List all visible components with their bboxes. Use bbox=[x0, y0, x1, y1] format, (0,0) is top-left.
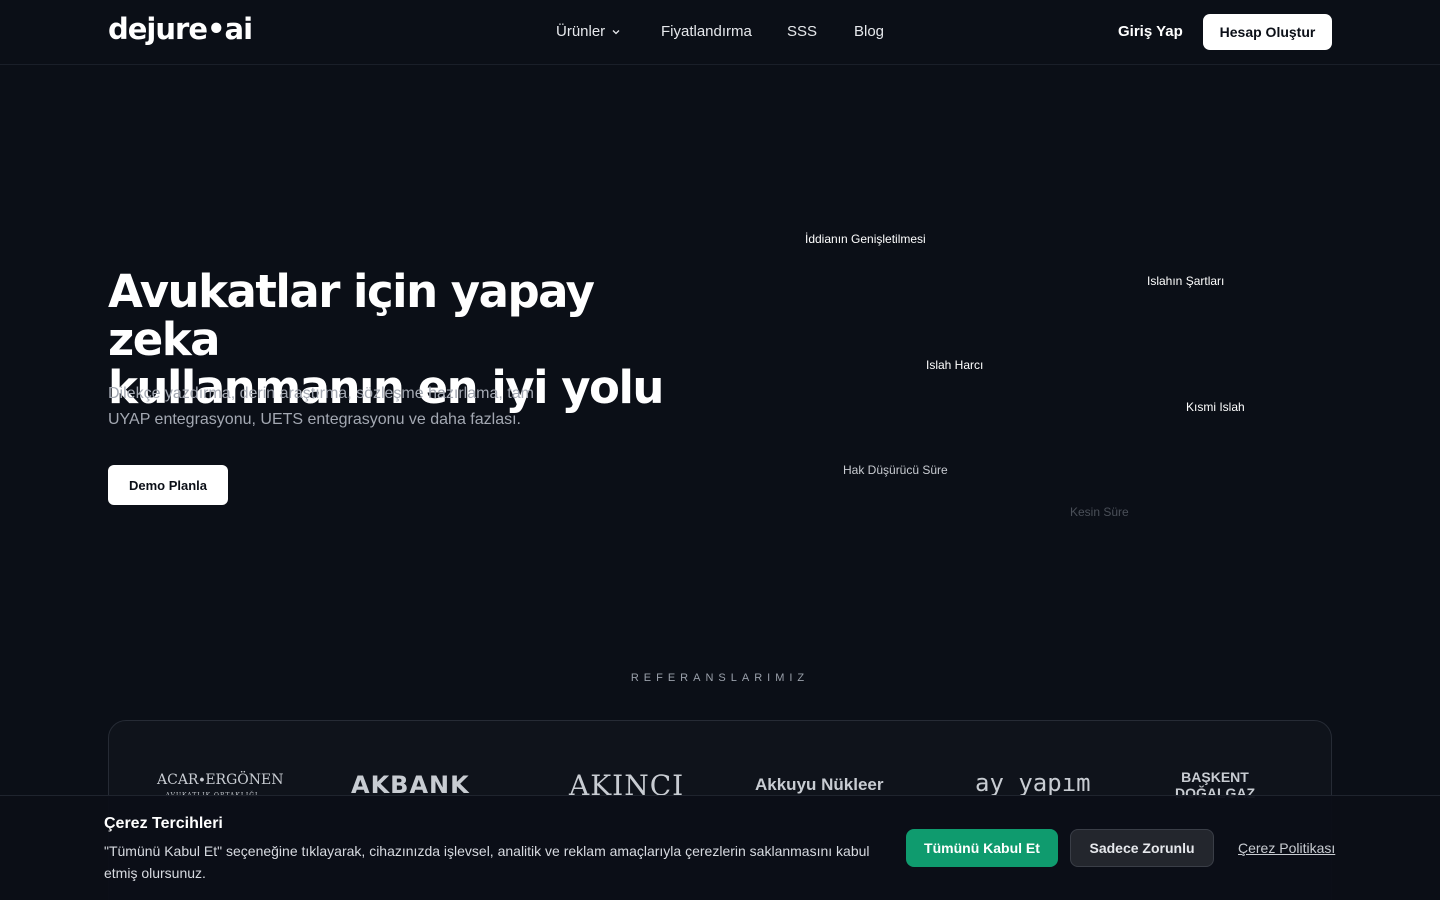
topic-tag: Kesin Süre bbox=[1070, 505, 1129, 519]
demo-button[interactable]: Demo Planla bbox=[108, 465, 228, 505]
nav-item-blog[interactable]: Blog bbox=[854, 23, 884, 40]
topic-tag: Kısmi Islah bbox=[1186, 400, 1245, 414]
brand-logo[interactable]: dejure•ai bbox=[108, 12, 253, 46]
client-logo-ay-yapim: ay yapım bbox=[975, 769, 1091, 797]
nav-item-products[interactable]: Ürünler bbox=[556, 23, 621, 40]
topic-tag: Hak Düşürücü Süre bbox=[843, 463, 948, 477]
nav-item-faq[interactable]: SSS bbox=[787, 23, 817, 40]
cookie-policy-link[interactable]: Çerez Politikası bbox=[1238, 840, 1335, 856]
login-link[interactable]: Giriş Yap bbox=[1118, 23, 1183, 40]
cookie-title: Çerez Tercihleri bbox=[104, 815, 223, 832]
nav-item-pricing[interactable]: Fiyatlandırma bbox=[661, 23, 752, 40]
nav-item-label: Ürünler bbox=[556, 23, 606, 40]
topic-tag: Islahın Şartları bbox=[1147, 274, 1225, 288]
chevron-down-icon bbox=[612, 29, 620, 34]
client-logo-akkuyu: Akkuyu Nükleer bbox=[755, 775, 884, 794]
hero-title-line1: Avukatlar için yapay zeka bbox=[108, 265, 595, 366]
accept-all-button[interactable]: Tümünü Kabul Et bbox=[906, 829, 1058, 867]
necessary-only-button[interactable]: Sadece Zorunlu bbox=[1070, 829, 1214, 867]
references-label: REFERANSLARIMIZ bbox=[630, 672, 810, 684]
top-navbar: dejure•ai Ürünler Fiyatlandırma SSS Blog… bbox=[0, 0, 1440, 65]
topic-tag: Islah Harcı bbox=[926, 358, 984, 372]
cookie-banner: Çerez Tercihleri "Tümünü Kabul Et" seçen… bbox=[0, 795, 1440, 900]
client-logo-text: ACAR∙ERGÖNEN bbox=[157, 772, 284, 788]
hero-subtitle: Dilekçe yazdırma, derin araştırma, sözle… bbox=[108, 385, 534, 428]
signup-button[interactable]: Hesap Oluştur bbox=[1203, 14, 1332, 50]
client-logo-text: BAŞKENT bbox=[1181, 769, 1249, 785]
topic-tag: İddianın Genişletilmesi bbox=[805, 232, 926, 246]
cookie-text: "Tümünü Kabul Et" seçeneğine tıklayarak,… bbox=[104, 843, 870, 881]
